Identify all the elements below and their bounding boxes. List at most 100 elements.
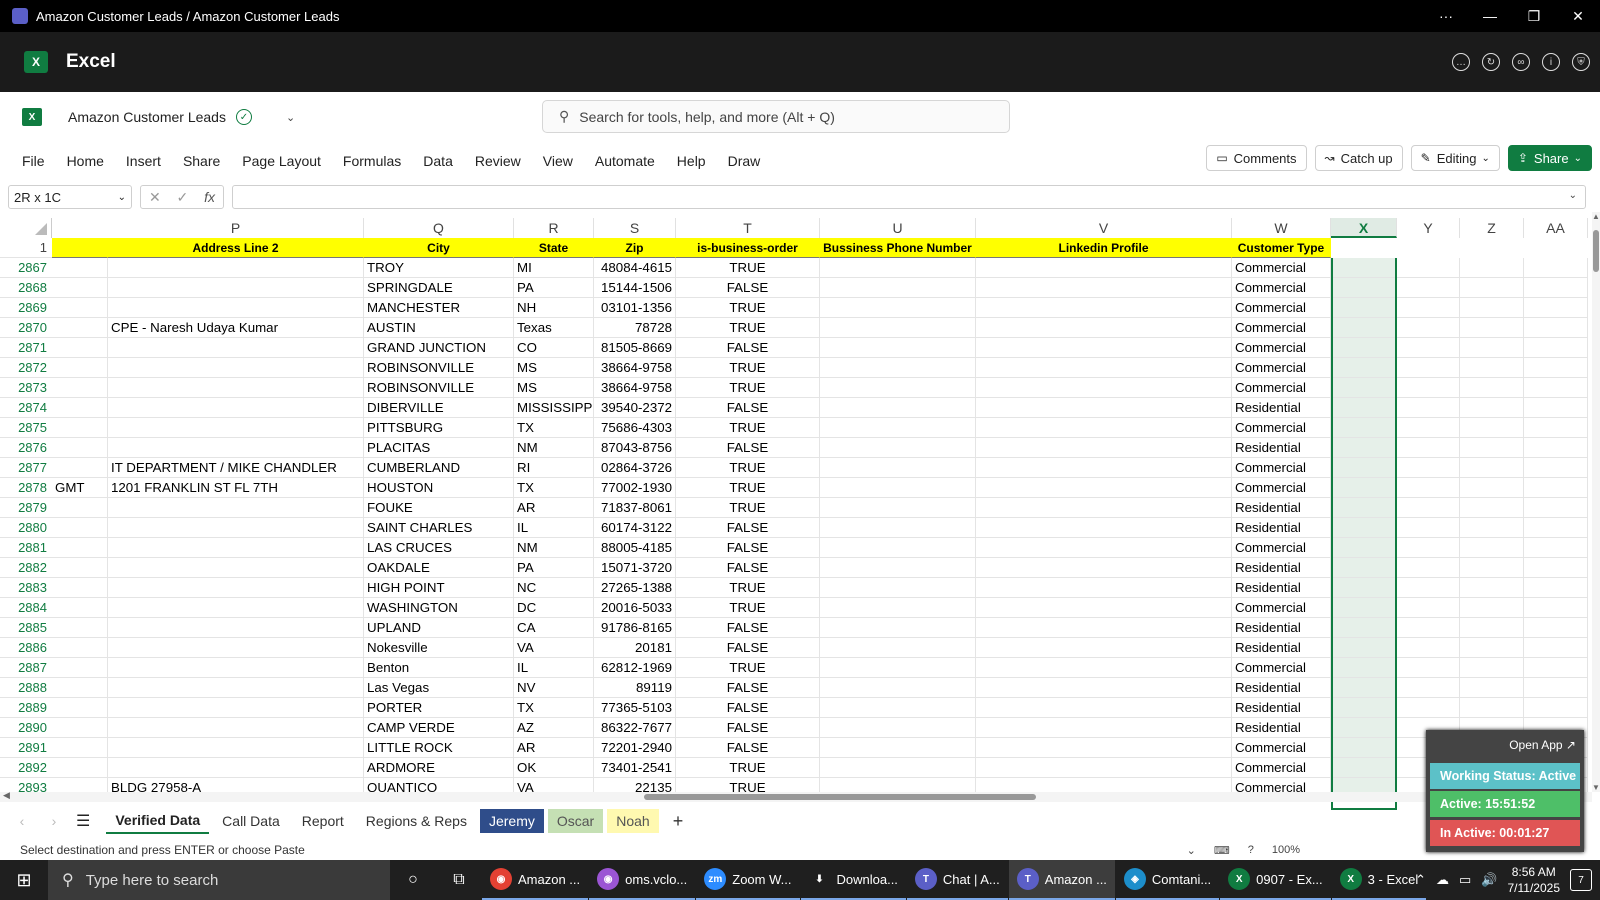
row-number[interactable]: 2868 [0, 278, 52, 298]
cell[interactable]: 20181 [594, 638, 676, 658]
cell[interactable] [1331, 758, 1397, 778]
cell[interactable]: 15071-3720 [594, 558, 676, 578]
cell[interactable]: IL [514, 518, 594, 538]
cell[interactable] [976, 258, 1232, 278]
cell[interactable] [820, 638, 976, 658]
cell[interactable] [108, 418, 364, 438]
row-number[interactable]: 2882 [0, 558, 52, 578]
cell[interactable] [1524, 578, 1588, 598]
cell[interactable] [1460, 518, 1524, 538]
cell[interactable]: Residential [1232, 558, 1331, 578]
cell[interactable]: PITTSBURG [364, 418, 514, 438]
header-cell[interactable] [52, 238, 108, 258]
column-header-u[interactable]: U [820, 218, 976, 238]
cell[interactable]: 20016-5033 [594, 598, 676, 618]
cell[interactable] [1460, 698, 1524, 718]
cell[interactable]: SAINT CHARLES [364, 518, 514, 538]
cell[interactable] [820, 558, 976, 578]
cell[interactable]: 91786-8165 [594, 618, 676, 638]
cell[interactable] [1524, 618, 1588, 638]
add-sheet-button[interactable]: + [673, 811, 684, 832]
cell[interactable] [1460, 678, 1524, 698]
cell[interactable] [1397, 598, 1460, 618]
cell[interactable] [820, 338, 976, 358]
row-number[interactable]: 2876 [0, 438, 52, 458]
chat-icon[interactable]: … [1452, 53, 1470, 71]
row-number[interactable]: 2877 [0, 458, 52, 478]
cell[interactable] [820, 498, 976, 518]
cell[interactable] [1397, 478, 1460, 498]
cell[interactable]: TRUE [676, 658, 820, 678]
taskbar-app[interactable]: ⬇ Downloa... [800, 860, 906, 900]
cell[interactable] [976, 318, 1232, 338]
cell[interactable]: NH [514, 298, 594, 318]
cell[interactable] [1524, 658, 1588, 678]
cell[interactable]: Commercial [1232, 358, 1331, 378]
cell[interactable] [1397, 338, 1460, 358]
cell[interactable] [976, 718, 1232, 738]
select-all-corner[interactable] [0, 218, 52, 238]
row-number[interactable]: 2870 [0, 318, 52, 338]
cell[interactable]: TRUE [676, 478, 820, 498]
cell[interactable] [1524, 278, 1588, 298]
header-cell-u[interactable]: Bussiness Phone Number [820, 238, 976, 258]
cell[interactable] [52, 578, 108, 598]
comments-button[interactable]: ▭ Comments [1206, 145, 1307, 171]
cell[interactable]: TRUE [676, 378, 820, 398]
cell[interactable]: 62812-1969 [594, 658, 676, 678]
scroll-left-icon[interactable]: ◀ [3, 790, 10, 801]
cell[interactable]: Commercial [1232, 378, 1331, 398]
cell[interactable] [1524, 318, 1588, 338]
taskbar-clock[interactable]: 8:56 AM 7/11/2025 [1508, 864, 1561, 896]
cell[interactable] [1397, 578, 1460, 598]
editing-mode-button[interactable]: ✎ Editing ⌄ [1410, 145, 1500, 171]
cell[interactable] [52, 378, 108, 398]
cell[interactable]: TRUE [676, 298, 820, 318]
cell[interactable] [820, 718, 976, 738]
cell[interactable] [108, 618, 364, 638]
tab-share[interactable]: Share [182, 149, 221, 173]
cell[interactable] [108, 698, 364, 718]
catch-up-button[interactable]: ↝ Catch up [1314, 145, 1403, 171]
tab-draw[interactable]: Draw [727, 149, 762, 173]
cell[interactable]: Commercial [1232, 298, 1331, 318]
cell[interactable]: TRUE [676, 318, 820, 338]
cell[interactable] [1331, 338, 1397, 358]
row-number[interactable]: 2869 [0, 298, 52, 318]
cell[interactable] [820, 478, 976, 498]
cell[interactable] [1524, 518, 1588, 538]
cell[interactable] [52, 658, 108, 678]
cell[interactable] [1331, 718, 1397, 738]
cell[interactable]: Residential [1232, 618, 1331, 638]
cell[interactable] [52, 258, 108, 278]
cell[interactable] [1331, 518, 1397, 538]
cell[interactable]: TRUE [676, 498, 820, 518]
cell[interactable]: Commercial [1232, 478, 1331, 498]
cell[interactable] [976, 398, 1232, 418]
cell[interactable]: CUMBERLAND [364, 458, 514, 478]
tab-file[interactable]: File [21, 149, 46, 173]
cell[interactable]: Commercial [1232, 658, 1331, 678]
cell[interactable]: MS [514, 358, 594, 378]
cell[interactable]: Commercial [1232, 758, 1331, 778]
row-number[interactable]: 2871 [0, 338, 52, 358]
cell[interactable] [1331, 558, 1397, 578]
cell[interactable] [1397, 258, 1460, 278]
cell[interactable] [1524, 478, 1588, 498]
cell[interactable]: VA [514, 638, 594, 658]
cell[interactable] [1524, 698, 1588, 718]
cell[interactable] [1524, 258, 1588, 278]
cell[interactable]: CPE - Naresh Udaya Kumar [108, 318, 364, 338]
cell[interactable] [1397, 558, 1460, 578]
row-number[interactable]: 2881 [0, 538, 52, 558]
cell[interactable]: FALSE [676, 398, 820, 418]
cell[interactable] [1524, 558, 1588, 578]
cell[interactable] [1331, 538, 1397, 558]
network-icon[interactable]: ▭ [1459, 872, 1471, 888]
cell[interactable]: GMT [52, 478, 108, 498]
cell[interactable] [1460, 298, 1524, 318]
scroll-up-icon[interactable]: ▲ [1592, 212, 1600, 221]
cell[interactable]: AR [514, 738, 594, 758]
tab-home[interactable]: Home [66, 149, 105, 173]
cell[interactable]: FALSE [676, 718, 820, 738]
